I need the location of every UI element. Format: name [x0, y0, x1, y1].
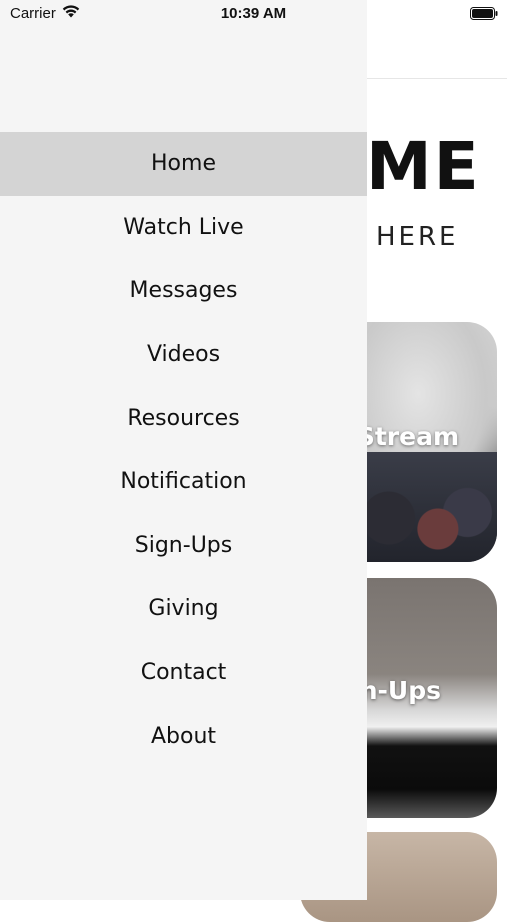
menu-item-label: Contact [140, 660, 227, 686]
menu-item-giving[interactable]: Giving [0, 577, 367, 641]
hero-title: ME [366, 128, 481, 205]
card-label: Stream [356, 422, 459, 451]
menu-item-contact[interactable]: Contact [0, 641, 367, 705]
status-bar: Carrier 10:39 AM [0, 0, 507, 28]
menu-item-videos[interactable]: Videos [0, 323, 367, 387]
menu-item-about[interactable]: About [0, 704, 367, 768]
menu-item-label: Home [151, 151, 216, 177]
menu-item-label: Giving [148, 596, 219, 622]
drawer-menu: Home Watch Live Messages Videos Resource… [0, 132, 367, 768]
menu-item-label: Notification [120, 469, 247, 495]
menu-item-label: Messages [129, 278, 238, 304]
navigation-drawer: Home Watch Live Messages Videos Resource… [0, 0, 367, 900]
hero-subtitle: HERE [376, 222, 459, 252]
menu-item-label: Resources [127, 405, 240, 431]
battery-icon [470, 7, 498, 20]
card-label: n-Ups [359, 676, 441, 705]
menu-item-label: Watch Live [123, 214, 244, 240]
menu-item-home[interactable]: Home [0, 132, 367, 196]
menu-item-label: Sign-Ups [134, 532, 233, 558]
menu-item-sign-ups[interactable]: Sign-Ups [0, 514, 367, 578]
menu-item-notification[interactable]: Notification [0, 450, 367, 514]
menu-item-label: Videos [146, 342, 221, 368]
menu-item-label: About [150, 723, 217, 749]
menu-item-messages[interactable]: Messages [0, 259, 367, 323]
status-time: 10:39 AM [220, 5, 287, 22]
menu-item-watch-live[interactable]: Watch Live [0, 196, 367, 260]
menu-item-resources[interactable]: Resources [0, 386, 367, 450]
